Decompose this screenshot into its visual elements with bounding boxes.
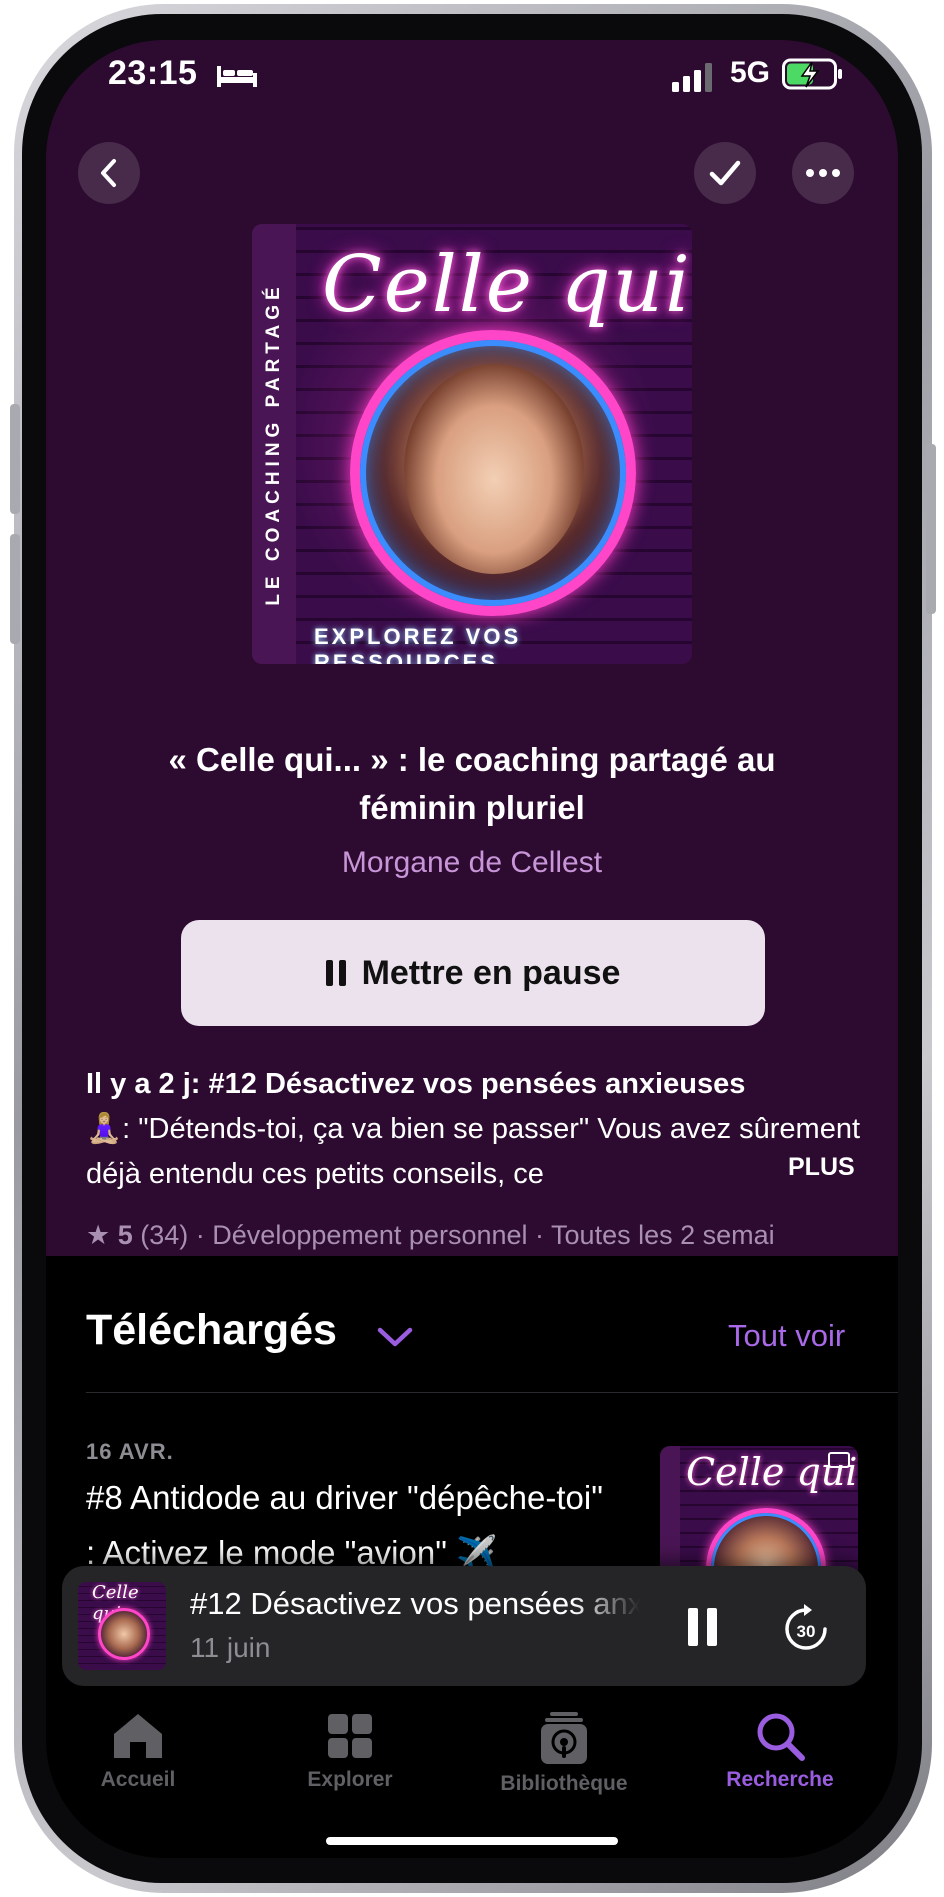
screen: 23:15 5G LE COACHING PARTAGÉ Celle qui E…: [46, 40, 898, 1858]
checkmark-icon: [709, 160, 741, 186]
tab-label: Recherche: [726, 1768, 834, 1791]
podcast-meta: ★ 5 (34) · Développement personnel · Tou…: [86, 1220, 775, 1250]
tab-label: Bibliothèque: [500, 1772, 628, 1795]
mini-artwork-ring: [98, 1608, 150, 1660]
tab-accueil[interactable]: Accueil: [46, 1710, 238, 1792]
downloaded-icon: [828, 1452, 850, 1468]
library-icon: [541, 1712, 587, 1764]
downloads-heading[interactable]: Téléchargés: [86, 1306, 337, 1355]
cover-title: Celle qui: [322, 240, 692, 330]
podcast-header: 23:15 5G LE COACHING PARTAGÉ Celle qui E…: [46, 40, 898, 1256]
episode-date: 16 AVR.: [86, 1439, 174, 1464]
more-button[interactable]: [792, 142, 854, 204]
tab-bar: Accueil Explorer Bibliothèque Recherche: [46, 1700, 898, 1858]
status-time: 23:15: [108, 54, 198, 92]
mini-player-artwork: Celle qui: [78, 1582, 166, 1670]
category-link[interactable]: Développement personnel: [212, 1220, 527, 1250]
see-all-link[interactable]: Tout voir: [728, 1318, 845, 1354]
volume-up-button: [10, 404, 20, 514]
network-type: 5G: [730, 56, 771, 89]
battery-charging-icon: [782, 58, 842, 90]
ellipsis-icon: [806, 169, 840, 177]
cover-side-text: LE COACHING PARTAGÉ: [263, 282, 284, 606]
pause-button[interactable]: Mettre en pause: [181, 920, 765, 1026]
rating-count: (34): [140, 1220, 189, 1250]
skip-forward-30-icon[interactable]: 30: [782, 1602, 830, 1652]
grid-icon: [328, 1714, 372, 1758]
tab-label: Explorer: [307, 1768, 393, 1791]
power-button: [926, 444, 936, 614]
signal-icon: [672, 63, 712, 92]
podcast-title: « Celle qui... » : le coaching partagé a…: [168, 741, 776, 826]
search-icon: [757, 1713, 805, 1761]
chevron-down-icon[interactable]: [376, 1324, 414, 1350]
tab-recherche[interactable]: Recherche: [680, 1710, 880, 1792]
cover-subtitle: EXPLOREZ VOS RESSOURCES: [314, 624, 522, 664]
mini-pause-button[interactable]: [688, 1608, 717, 1646]
tab-bibliotheque[interactable]: Bibliothèque: [464, 1710, 664, 1796]
home-icon: [114, 1714, 162, 1758]
tab-explorer[interactable]: Explorer: [250, 1710, 450, 1792]
cover-portrait: [404, 364, 584, 574]
podcast-cover-art: LE COACHING PARTAGÉ Celle qui EXPLOREZ V…: [252, 224, 692, 664]
volume-down-button: [10, 534, 20, 644]
rating-value: 5: [117, 1220, 133, 1250]
pause-button-label: Mettre en pause: [361, 953, 621, 992]
mini-player-date: 11 juin: [190, 1632, 271, 1663]
divider: [86, 1392, 898, 1393]
latest-episode-heading: Il y a 2 j: #12 Désactivez vos pensées a…: [86, 1068, 746, 1100]
latest-episode-summary: 🧘🏼‍♀️: "Détends-toi, ça va bien se passe…: [86, 1113, 861, 1190]
star-icon: ★: [86, 1220, 111, 1250]
tab-label: Accueil: [100, 1768, 176, 1791]
home-indicator[interactable]: [326, 1837, 618, 1845]
mark-played-button[interactable]: [694, 142, 756, 204]
mini-player[interactable]: Celle qui #12 Désactivez vos pensées anx…: [62, 1566, 866, 1686]
pause-icon: [325, 960, 346, 986]
episode-description[interactable]: Il y a 2 j: #12 Désactivez vos pensées a…: [86, 1062, 864, 1197]
chevron-left-icon: [101, 159, 116, 187]
frequency: Toutes les 2 semai: [551, 1220, 775, 1250]
mini-player-title: #12 Désactivez vos pensées anxieuses: [190, 1586, 640, 1621]
more-link[interactable]: PLUS: [780, 1153, 855, 1182]
status-bar: 23:15 5G: [46, 40, 898, 130]
cover-side-band: LE COACHING PARTAGÉ: [252, 224, 296, 664]
bed-icon: [217, 66, 257, 87]
back-button[interactable]: [78, 142, 140, 204]
skip-seconds: 30: [797, 1622, 816, 1641]
podcast-author[interactable]: Morgane de Cellest: [106, 846, 838, 880]
